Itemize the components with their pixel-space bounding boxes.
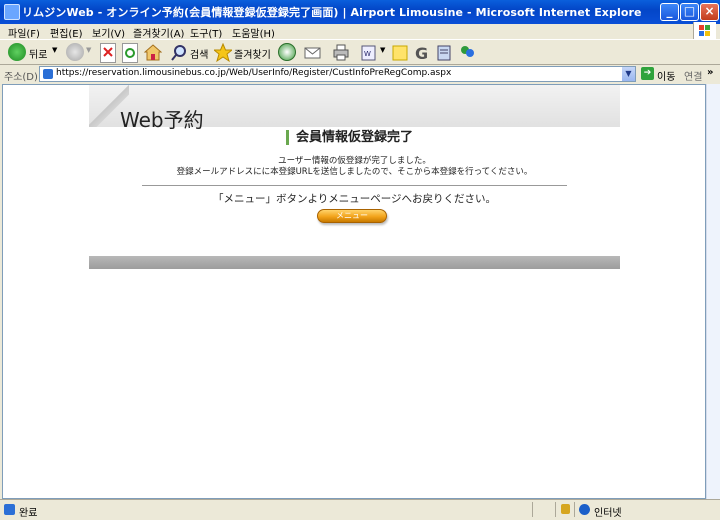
status-text: 완료 [19,508,38,519]
svg-text:W: W [364,50,371,58]
app-icon [4,4,20,20]
go-button[interactable]: 이동 [657,68,675,83]
page-icon [43,69,53,79]
forward-arrow-icon[interactable] [66,43,84,61]
status-separator [532,502,533,517]
address-bar: 주소(D) https://reservation.limousinebus.c… [0,65,720,83]
window-title: リムジンWeb - オンライン予約(会員情報登録仮登録完了画面) | Airpo… [22,6,642,19]
menu-bar: 파일(F) 편집(E) 보기(V) 즐겨찾기(A) 도구(T) 도움말(H) [0,24,720,40]
search-icon[interactable] [170,43,188,63]
page-viewport: Web予約 会員情報仮登録完了 ユーザー情報の仮登録が完了しました。 登録メール… [2,84,706,499]
lock-icon [561,504,570,514]
address-label: 주소(D) [4,72,38,83]
address-url[interactable]: https://reservation.limousinebus.co.jp/W… [56,68,451,78]
edit-dropdown-icon[interactable]: ▼ [380,46,385,54]
vertical-scrollbar[interactable] [706,84,720,499]
back-arrow-icon[interactable] [8,43,26,61]
stop-icon[interactable] [100,43,116,63]
mail-icon[interactable] [304,43,322,63]
banner-title: Web予約 [120,108,204,132]
title-bar: リムジンWeb - オンライン予約(会員情報登録仮登録完了画面) | Airpo… [0,0,720,24]
history-icon[interactable] [278,43,296,61]
links-label[interactable]: 연결 [684,68,702,83]
note-icon[interactable] [392,43,408,63]
research-icon[interactable] [436,43,452,63]
menu-button[interactable]: メニュー [317,209,387,223]
menu-favorites[interactable]: 즐겨찾기(A) [133,25,184,40]
menu-file[interactable]: 파일(F) [8,25,40,40]
security-zone: 인터넷 [594,508,622,519]
internet-zone-icon [579,504,590,515]
windows-logo-icon [693,22,716,40]
menu-help[interactable]: 도움말(H) [232,25,275,40]
links-more-icon[interactable]: » [707,67,713,78]
menu-tools[interactable]: 도구(T) [190,25,222,40]
page-heading: 会員情報仮登録完了 [286,130,413,145]
status-bar: 완료 인터넷 [0,499,720,520]
close-button[interactable]: × [700,3,719,21]
forward-dropdown-icon[interactable]: ▼ [86,46,91,54]
print-icon[interactable] [332,43,350,63]
svg-text:G: G [415,44,428,63]
status-separator [574,502,575,517]
search-label[interactable]: 검색 [190,46,208,61]
messenger-icon[interactable] [458,43,476,63]
address-dropdown-icon[interactable]: ▼ [622,67,635,81]
status-separator [555,502,556,517]
back-label[interactable]: 뒤로 [29,46,47,61]
footer-bar [89,256,620,269]
message-line-2: 登録メールアドレスにに本登録URLを送信しましたので、そこから本登録を行ってくだ… [176,167,533,177]
go-arrow-icon[interactable]: ➔ [641,67,654,80]
back-dropdown-icon[interactable]: ▼ [52,46,57,54]
menu-edit[interactable]: 편집(E) [50,25,83,40]
refresh-icon[interactable] [122,43,138,63]
google-g-icon[interactable]: G [414,43,430,63]
home-icon[interactable] [143,43,163,63]
edit-icon[interactable]: W [360,43,378,63]
web-banner: Web予約 [89,85,620,132]
menu-instruction: 「メニュー」ボタンよりメニューページへお戻りください。 [212,193,497,205]
toolbar: 뒤로 ▼ ▼ 검색 즐겨찾기 W ▼ G [0,39,720,65]
favorites-star-icon[interactable] [212,42,234,63]
minimize-button[interactable]: _ [660,3,679,21]
address-input[interactable]: https://reservation.limousinebus.co.jp/W… [39,66,636,82]
maximize-button[interactable]: □ [680,3,699,21]
favorites-label[interactable]: 즐겨찾기 [234,46,271,61]
menu-view[interactable]: 보기(V) [92,25,125,40]
divider [142,185,567,186]
page-done-icon [4,504,15,515]
